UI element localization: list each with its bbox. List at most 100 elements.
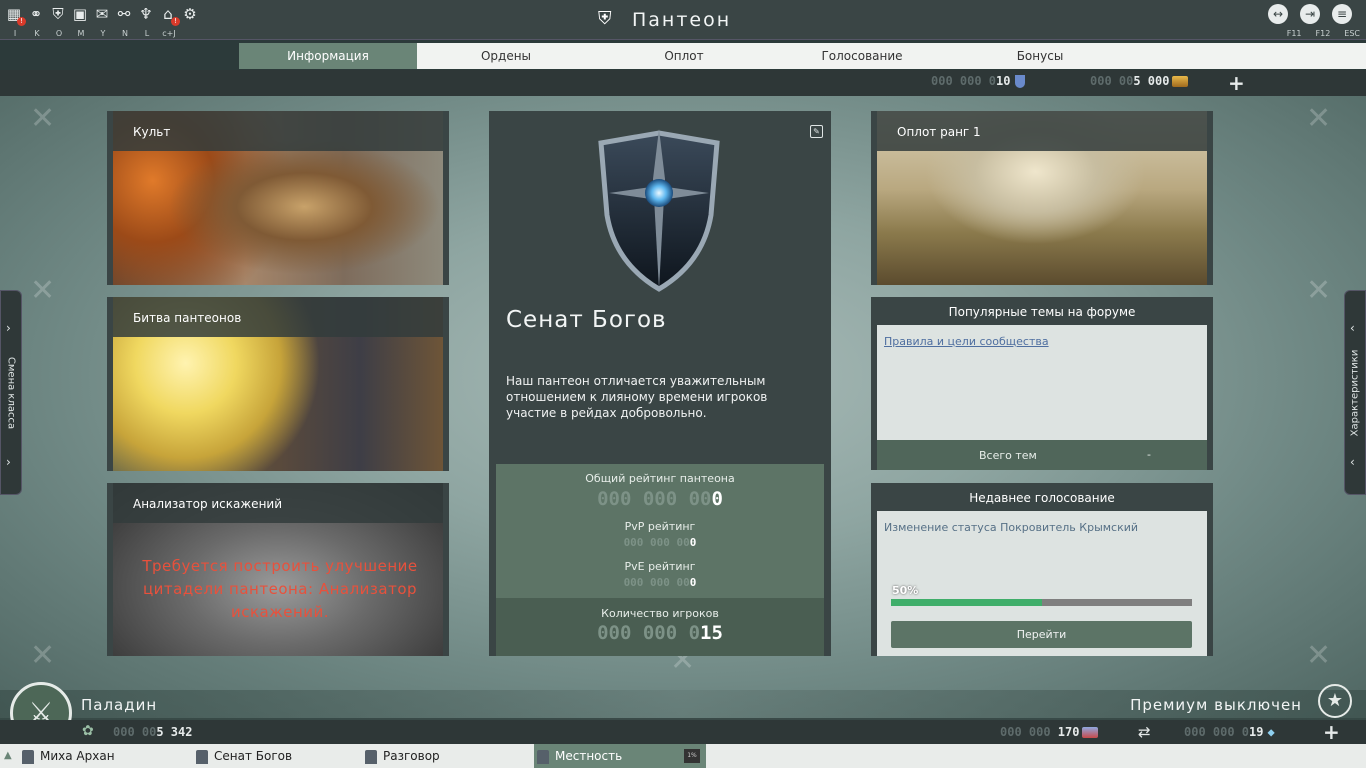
pvp-rating-value: 000 000 000 [496,536,824,549]
bottom-left-padding: 000 00 [113,725,157,739]
chevron-right-icon: › [6,321,11,335]
bottom-right-value: 19 [1249,725,1264,739]
pantheon-info-panel: ✎ Сенат Богов Наш пантеон отличается ува… [489,111,831,656]
pve-rating-value: 000 000 000 [496,576,824,589]
edit-icon[interactable]: ✎ [810,125,823,138]
premium-status: Премиум выключен [1130,696,1302,714]
pantheon-points-padding: 000 000 0 [931,74,997,88]
gear-icon[interactable]: ⚙ [180,4,200,24]
network-icon[interactable]: ⚭ [26,4,46,24]
class-change-tab[interactable]: › Смена класса › [0,290,22,495]
bottom-left-currency: 000 005 342 [113,725,192,739]
bottom-right-padding: 000 000 0 [1184,725,1250,739]
vote-progress-fill [891,599,1042,606]
hotkey-labels: I K O M Y N L c+J [4,29,180,38]
gold-amount: 000 005 000 [1090,74,1189,88]
exchange-icon[interactable]: ⇄ [1138,723,1151,741]
tab-voting[interactable]: Голосование [773,43,951,69]
hotkey-label: K [34,29,40,38]
card-icon [1082,727,1099,738]
forum-total-value: - [1147,448,1151,461]
map-icon[interactable]: ▦! [4,4,26,26]
add-gold-button[interactable]: + [1228,73,1245,93]
stronghold-card[interactable]: Оплот ранг 1 [871,111,1213,285]
gold-icon [1172,76,1189,87]
vote-title: Изменение статуса Покровитель Крымский [884,521,1139,534]
chat-tab-location[interactable]: Местность [534,744,706,768]
total-rating-value: 000 000 000 [496,488,824,510]
currency-bar: 000 000 010 000 005 000 + [0,70,1366,96]
vote-header: Недавнее голосование [969,491,1115,505]
bottom-mid-value: 170 [1057,725,1080,739]
characteristics-tab[interactable]: ‹ Характеристики ‹ [1344,290,1366,495]
tab-bonuses[interactable]: Бонусы [951,43,1129,69]
pantheon-points-icon [1015,75,1026,88]
chevron-left-icon: ‹ [1350,455,1355,469]
pve-rating-number: 0 [689,576,697,589]
forum-footer: Всего тем - [877,440,1207,470]
pattern-mark: ✕ [1306,273,1332,308]
diamond-icon: ◆ [1267,725,1275,739]
chat-tab-talk[interactable]: Разговор [365,744,530,768]
premium-star-icon[interactable]: ★ [1318,684,1352,718]
chat-settings-icon[interactable]: ▲ [4,750,12,761]
chat-tab-bar: ▲ Миха Архан Сенат Богов Разговор Местно… [0,744,1366,768]
top-icon-bar: ▦! ⚭ ⛨ ▣ ✉ ⚯ ♆ ⌂! ⚙ [4,4,200,26]
person-icon [537,749,549,764]
add-diamonds-button[interactable]: + [1323,722,1340,742]
pattern-mark: ✕ [1306,638,1332,673]
distortion-analyzer-card[interactable]: Анализатор искажений Требуется построить… [107,483,449,656]
pantheon-battle-card[interactable]: Битва пантеонов [107,297,449,471]
location-badge-icon: 1% [684,749,700,763]
hotkey-label: ESC [1344,29,1360,38]
chevron-right-icon: › [6,455,11,469]
page-title: Пантеон [632,9,732,31]
pve-rating-label: PvE рейтинг [624,560,696,573]
tab-orders[interactable]: Ордены [417,43,595,69]
pattern-mark: ✕ [30,101,56,136]
forum-topic-link[interactable]: Правила и цели сообщества [884,335,1049,348]
vote-percent: 50% [892,584,919,597]
house-icon[interactable]: ⌂! [158,4,180,26]
stronghold-title: Оплот ранг 1 [897,125,981,139]
shield-icon[interactable]: ⛨ [48,4,68,24]
hotkey-label: F12 [1315,29,1331,38]
chat-tab-pantheon[interactable]: Сенат Богов [196,744,361,768]
analyzer-warning: Требуется построить улучшение цитадели п… [142,557,418,621]
total-rating-label: Общий рейтинг пантеона [585,472,735,485]
pantheon-points-value: 10 [996,74,1011,88]
menu-icon[interactable]: ≡ [1332,4,1352,24]
pantheon-emblem-icon: ⛨ [598,8,612,29]
crystal-icon: ✿ [82,723,94,739]
chat-tab-label: Миха Архан [40,749,115,763]
chat-tab-label: Местность [555,749,623,763]
tab-stronghold[interactable]: Оплот [595,43,773,69]
hotkey-label: O [55,29,63,38]
chat-tab-label: Сенат Богов [214,749,293,763]
pantheon-shield-emblem [598,129,720,292]
pve-rating-padding: 000 000 00 [623,576,690,589]
pantheon-stats: Общий рейтинг пантеона 000 000 000 PvP р… [496,464,824,656]
mask-icon[interactable]: ♆ [136,4,156,24]
bottom-mid-currency: 000 000 170 [1000,725,1099,739]
mail-icon[interactable]: ✉ [92,4,112,24]
hotkey-label: c+J [162,29,176,38]
players-count-label: Количество игроков [601,607,719,620]
handshake-icon[interactable]: ⚯ [114,4,134,24]
person-icon [196,749,208,764]
cult-card[interactable]: Культ [107,111,449,285]
gold-padding: 000 00 [1090,74,1134,88]
pantheon-points: 000 000 010 [931,74,1026,88]
chat-tab-player[interactable]: Миха Архан [22,744,192,768]
pvp-rating-number: 0 [689,536,697,549]
window-hotkeys: F11 F12 ESC [1287,29,1360,38]
class-change-label: Смена класса [5,356,17,429]
hotkey-label: I [13,29,17,38]
fullscreen-icon[interactable]: ↔ [1268,4,1288,24]
tab-info[interactable]: Информация [239,43,417,69]
bottom-left-value: 5 342 [156,725,193,739]
contacts-icon[interactable]: ▣ [70,4,90,24]
go-to-vote-button[interactable]: Перейти [891,621,1192,648]
exit-icon[interactable]: ⇥ [1300,4,1320,24]
recent-vote-box: Недавнее голосование Изменение статуса П… [871,483,1213,656]
